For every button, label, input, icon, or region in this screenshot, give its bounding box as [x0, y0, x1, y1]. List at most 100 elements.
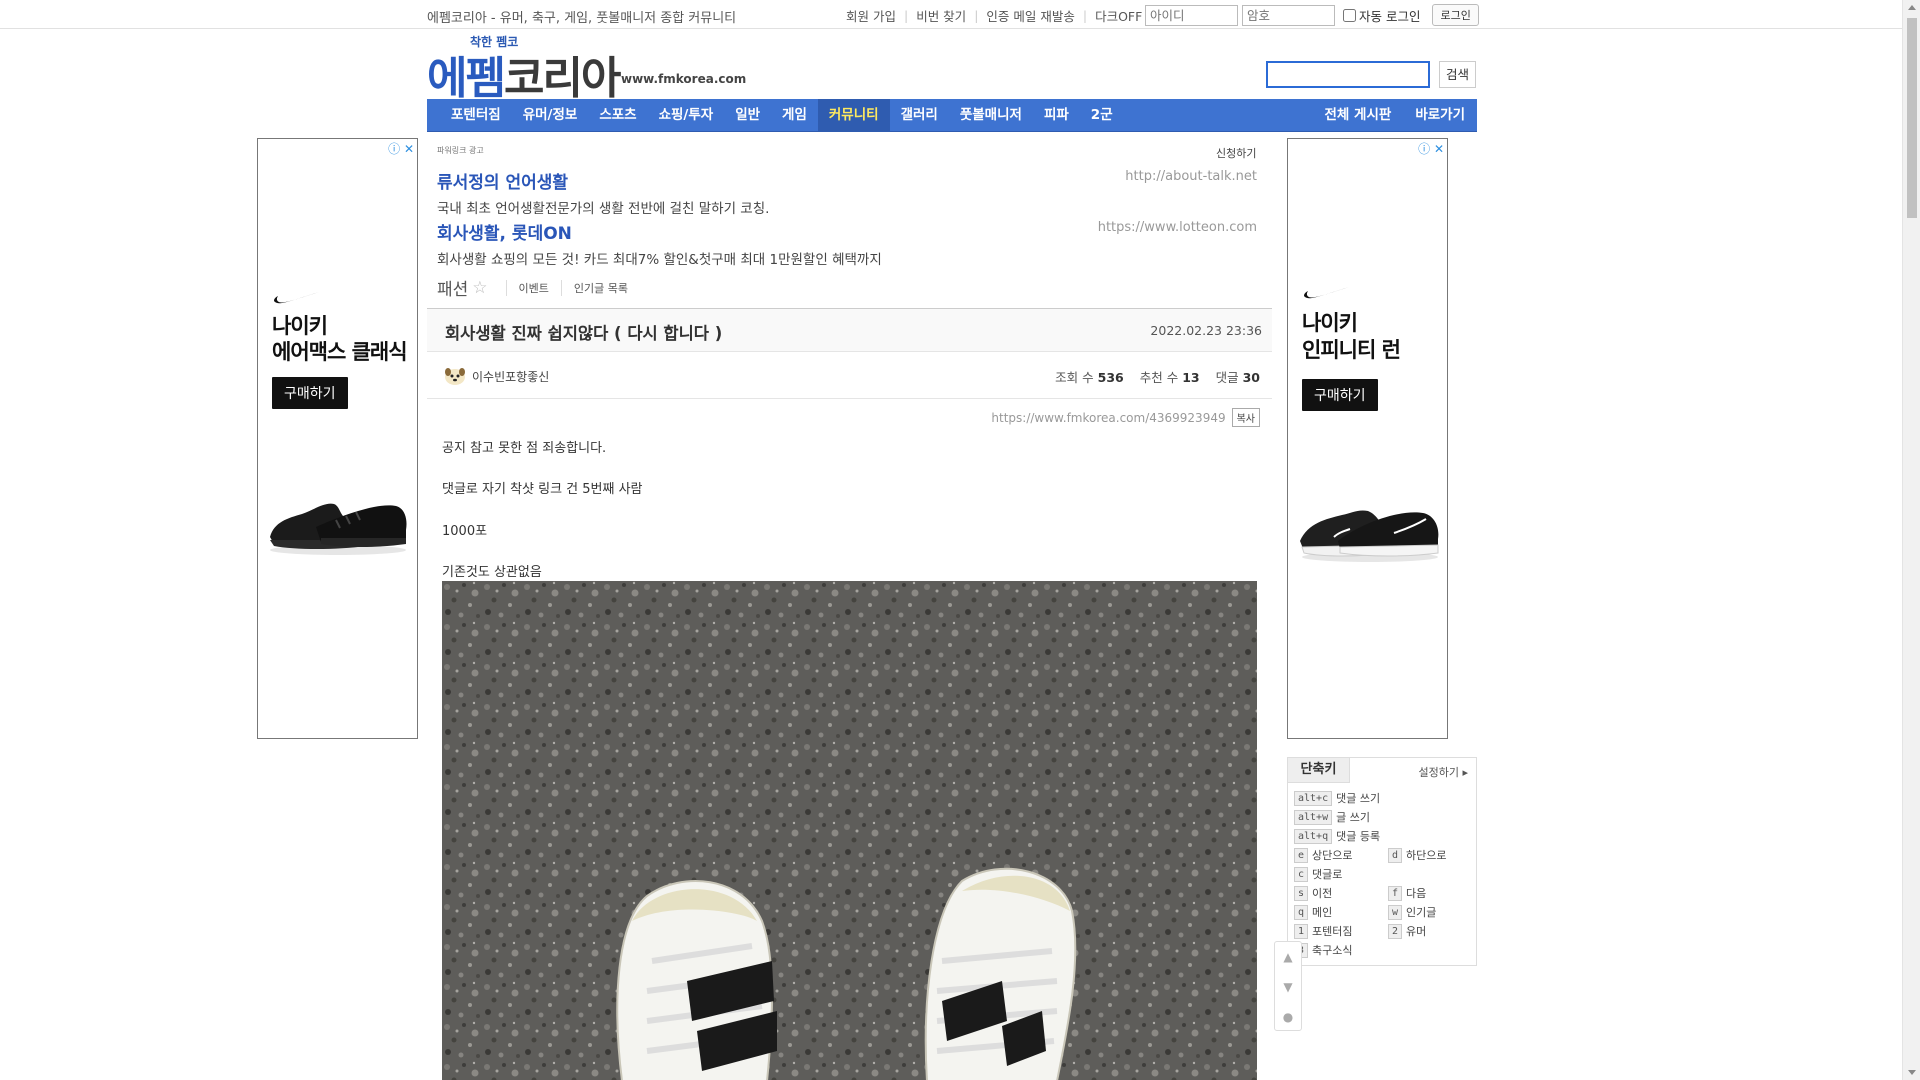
shortcut-item: s 이전	[1294, 885, 1332, 901]
board-event-link[interactable]: 이벤트	[505, 279, 549, 296]
shortcut-label: 댓글로	[1312, 868, 1343, 881]
triangle-right-icon: ▸	[1462, 766, 1468, 779]
shortcut-key: alt+c	[1294, 790, 1333, 806]
scroll-down-arrow-icon[interactable]	[1908, 1070, 1916, 1075]
logo-url: www.fmkorea.com	[621, 72, 747, 86]
vote-value: 13	[1182, 370, 1200, 385]
search-input[interactable]	[1266, 61, 1430, 88]
powerlink-apply-link[interactable]: 신청하기	[1216, 145, 1256, 161]
shortcut-item: 3축구소식	[1294, 942, 1353, 958]
shortcut-key: f	[1388, 885, 1403, 901]
nav-item-humor[interactable]: 유머/정보	[512, 99, 589, 132]
nike-swoosh-icon	[1304, 287, 1349, 299]
ad-title-line2: 인피니티 런	[1302, 338, 1401, 362]
nav-item-potenteojim[interactable]: 포텐터짐	[427, 99, 512, 132]
nav-item-fifa[interactable]: 피파	[1033, 99, 1080, 132]
board-popular-link[interactable]: 인기글 목록	[560, 279, 628, 296]
shortcut-item: c 댓글로	[1294, 866, 1342, 882]
side-ad-right[interactable]: ⓘ ✕ 나이키 인피니티 런 구매하기	[1287, 138, 1448, 739]
logo-text-a: 에펨	[427, 53, 506, 104]
shortcut-tab[interactable]: 단축키	[1288, 758, 1350, 783]
post-stats: 조회 수 536 추천 수 13 댓글 30	[1055, 367, 1260, 386]
author-avatar-icon[interactable]	[444, 366, 466, 386]
shortcut-label: 댓글 쓰기	[1336, 792, 1381, 805]
login-button[interactable]: 로그인	[1432, 4, 1479, 26]
powerlink-ad-url[interactable]: http://about-talk.net	[1125, 169, 1257, 184]
search-button[interactable]: 검색	[1439, 61, 1476, 88]
shortcut-item: 2 유머	[1388, 923, 1426, 939]
scroll-up-arrow-icon[interactable]	[1908, 5, 1916, 10]
shortcut-item: e 상단으로	[1294, 847, 1353, 863]
scrollbar-thumb[interactable]	[1907, 18, 1917, 218]
favorite-star-icon[interactable]: ☆	[472, 278, 487, 298]
shortcut-label: 댓글 등록	[1336, 830, 1381, 843]
nav-item-shortcut[interactable]: 바로가기	[1403, 99, 1477, 132]
site-logo[interactable]: 에펨코리아	[427, 42, 621, 106]
page-scrollbar[interactable]	[1902, 0, 1920, 1080]
shortcut-label: 이전	[1312, 887, 1333, 900]
shortcut-key: alt+w	[1294, 809, 1333, 825]
ad-buy-button[interactable]: 구매하기	[272, 377, 348, 409]
comment-bubble-icon[interactable]: ●	[1275, 1002, 1301, 1032]
shortcut-item: d 하단으로	[1388, 847, 1447, 863]
logo-text-b: 코리아	[503, 53, 621, 104]
shortcut-key: c	[1294, 866, 1309, 882]
powerlink-ad[interactable]: 회사생활, 롯데ON 회사생활 쇼핑의 모든 것! 카드 최대7% 할인&첫구매…	[437, 219, 1257, 268]
site-tagline: 에펨코리아 - 유머, 축구, 게임, 풋볼매니저 종합 커뮤니티	[427, 11, 737, 26]
view-count: 조회 수 536	[1055, 367, 1124, 386]
post-body-line: 댓글로 자기 착샷 링크 건 5번째 사람	[442, 482, 643, 497]
nav-item-general[interactable]: 일반	[724, 99, 771, 132]
board-name[interactable]: 패션	[437, 275, 468, 300]
auto-login-checkbox[interactable]	[1343, 8, 1356, 22]
post-meta: 이수빈포항좋신 조회 수 536 추천 수 13 댓글 30	[427, 352, 1272, 399]
nav-item-gallery[interactable]: 갤러리	[890, 99, 949, 132]
password-input[interactable]	[1242, 4, 1335, 26]
shortcut-label: 인기글	[1406, 906, 1437, 919]
shortcut-label: 메인	[1312, 906, 1333, 919]
find-password-link[interactable]: 비번 찾기	[908, 6, 974, 25]
ad-info-icon[interactable]: ⓘ ✕	[388, 140, 414, 157]
nav-item-all-boards[interactable]: 전체 게시판	[1313, 99, 1404, 132]
ad-title-line1: 나이키	[1302, 311, 1358, 335]
board-header: 패션 ☆ 이벤트 인기글 목록	[437, 275, 628, 301]
shortcut-label: 상단으로	[1312, 849, 1353, 862]
powerlink-ad-url[interactable]: https://www.lotteon.com	[1098, 220, 1257, 235]
shortcut-item: alt+w 글 쓰기	[1294, 809, 1370, 825]
nav-item-game[interactable]: 게임	[771, 99, 818, 132]
signup-link[interactable]: 회원 가입	[838, 6, 904, 25]
ad-buy-button[interactable]: 구매하기	[1302, 379, 1378, 411]
comment-count[interactable]: 댓글 30	[1216, 367, 1260, 386]
powerlink-ad[interactable]: 류서정의 언어생활 국내 최초 언어생활전문가의 생활 전반에 걸친 말하기 코…	[437, 168, 1257, 217]
side-ad-left[interactable]: ⓘ ✕ 나이키 에어맥스 클래식 구매하기	[257, 138, 418, 739]
post-photo[interactable]	[442, 581, 1257, 1080]
ad-title-line1: 나이키	[272, 314, 328, 338]
ad-info-icon[interactable]: ⓘ ✕	[1418, 140, 1444, 157]
copy-url-button[interactable]: 복사	[1231, 408, 1260, 427]
nav-item-sports[interactable]: 스포츠	[588, 99, 647, 132]
nike-swoosh-icon	[274, 292, 319, 304]
shortcut-key: q	[1294, 904, 1309, 920]
username-input[interactable]	[1145, 4, 1238, 26]
comment-value: 30	[1242, 370, 1260, 385]
login-form: 자동 로그인 로그인	[1145, 4, 1479, 26]
post-title[interactable]: 회사생활 진짜 쉽지않다 ( 다시 합니다 )	[445, 320, 722, 344]
auto-login[interactable]: 자동 로그인	[1343, 6, 1420, 25]
nav-item-community[interactable]: 커뮤니티	[817, 98, 890, 132]
resend-email-link[interactable]: 인증 메일 재발송	[978, 6, 1082, 25]
shortcut-settings-label: 설정하기	[1418, 766, 1459, 779]
dark-mode-toggle[interactable]: 다크OFF	[1087, 6, 1150, 25]
nav-item-second-team[interactable]: 2군	[1080, 99, 1124, 132]
shortcut-label: 유머	[1406, 925, 1427, 938]
floating-nav: ▲ ▼ ●	[1274, 941, 1302, 1031]
scroll-bottom-arrow-icon[interactable]: ▼	[1275, 972, 1301, 1002]
vote-count: 추천 수 13	[1140, 367, 1200, 386]
shortcut-settings-link[interactable]: 설정하기 ▸	[1418, 764, 1468, 780]
author-name[interactable]: 이수빈포항좋신	[472, 368, 549, 385]
sneaker-image	[1300, 510, 1439, 562]
scroll-top-arrow-icon[interactable]: ▲	[1275, 942, 1301, 972]
post-permalink[interactable]: https://www.fmkorea.com/4369923949	[991, 411, 1225, 425]
nav-item-shopping[interactable]: 쇼핑/투자	[648, 99, 725, 132]
powerlink-ad-desc: 국내 최초 언어생활전문가의 생활 전반에 걸친 말하기 코칭.	[437, 201, 770, 217]
shortcut-label: 축구소식	[1312, 944, 1353, 957]
nav-item-football-manager[interactable]: 풋볼매니저	[949, 99, 1033, 132]
